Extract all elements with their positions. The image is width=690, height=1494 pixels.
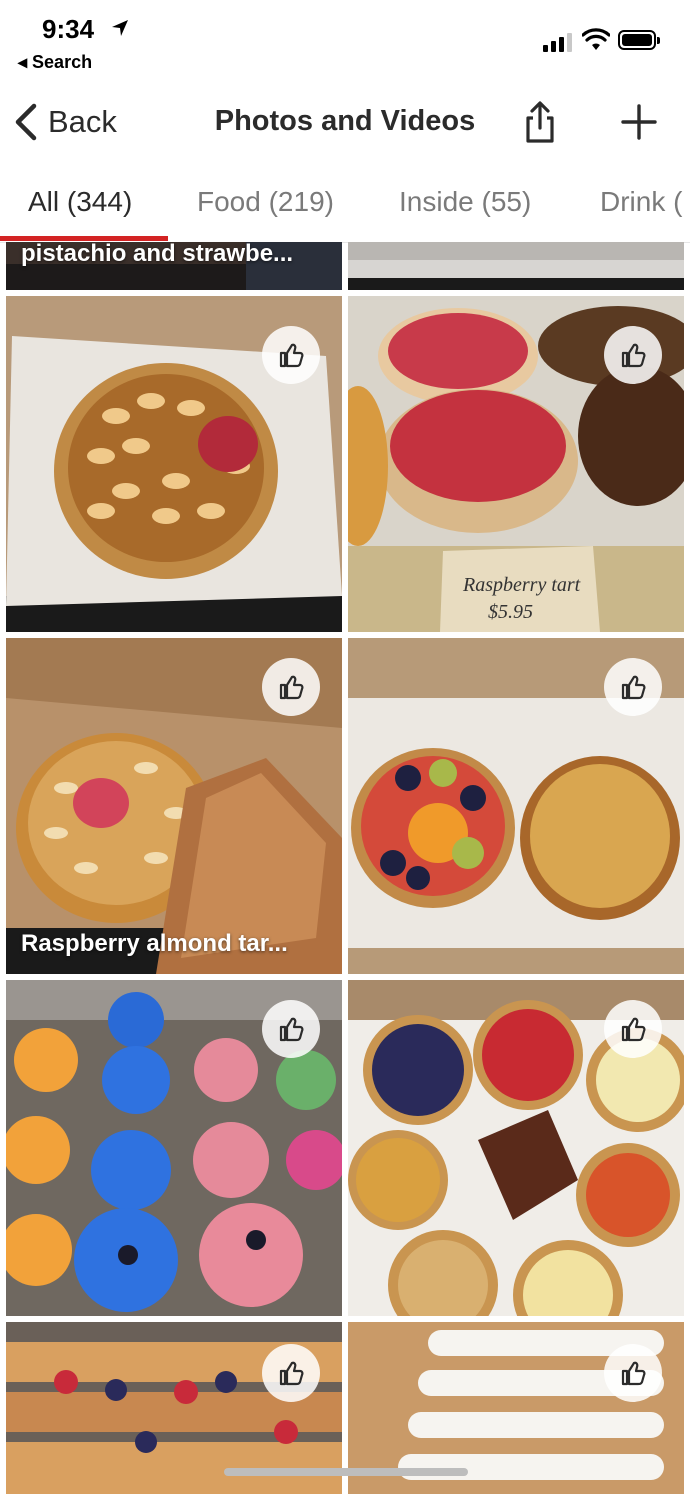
like-button[interactable] (262, 326, 320, 384)
like-button[interactable] (262, 1000, 320, 1058)
like-button[interactable] (604, 326, 662, 384)
like-button[interactable] (262, 658, 320, 716)
photo-tile[interactable] (348, 980, 684, 1316)
like-button[interactable] (262, 1344, 320, 1402)
thumbs-up-icon (279, 1361, 304, 1386)
photo-display-case (348, 242, 684, 290)
page-title: Photos and Videos (0, 105, 690, 138)
thumbs-up-icon (621, 675, 646, 700)
plus-icon[interactable] (619, 102, 659, 142)
thumbs-up-icon (279, 1017, 304, 1042)
tab-food[interactable]: Food (219) (197, 186, 334, 218)
category-tabs: All (344) Food (219) Inside (55) Drink ( (0, 170, 690, 243)
photo-grid: pistachio and strawbe... Raspberry tart … (0, 242, 690, 1494)
active-tab-indicator (0, 236, 168, 241)
like-button[interactable] (604, 1000, 662, 1058)
battery-icon (618, 30, 660, 50)
photo-tile[interactable] (348, 242, 684, 290)
signal-icon (543, 33, 572, 52)
like-button[interactable] (604, 658, 662, 716)
photo-tile[interactable]: Raspberry almond tar... (6, 638, 342, 974)
status-time: 9:34 (42, 14, 95, 44)
thumbs-up-icon (279, 675, 304, 700)
location-arrow-icon (112, 20, 128, 36)
thumbs-up-icon (621, 1017, 646, 1042)
photo-caption: Raspberry almond tar... (21, 930, 288, 957)
wifi-icon (582, 28, 610, 50)
like-button[interactable] (604, 1344, 662, 1402)
back-to-search-link[interactable]: ◂ Search (18, 52, 92, 73)
photo-tile[interactable]: Raspberry tart $5.95 (348, 296, 684, 632)
status-bar: 9:34 ◂ Search (0, 0, 690, 82)
photo-tile[interactable] (348, 638, 684, 974)
thumbs-up-icon (621, 343, 646, 368)
navigation-bar: Back Photos and Videos (0, 90, 690, 156)
handwritten-price: $5.95 (488, 601, 533, 623)
page-title-text: Photos and Videos (214, 105, 476, 137)
photo-caption: pistachio and strawbe... (21, 242, 294, 267)
thumbs-up-icon (621, 1361, 646, 1386)
photo-tile[interactable] (6, 296, 342, 632)
tab-drink[interactable]: Drink ( (600, 186, 682, 218)
photo-tile[interactable]: pistachio and strawbe... (6, 242, 342, 290)
tab-all[interactable]: All (344) (28, 186, 132, 218)
tab-inside[interactable]: Inside (55) (399, 186, 531, 218)
home-indicator[interactable] (224, 1468, 468, 1476)
photo-tile[interactable] (6, 980, 342, 1316)
share-icon[interactable] (520, 100, 560, 144)
handwritten-price-label: Raspberry tart (462, 574, 581, 596)
thumbs-up-icon (279, 343, 304, 368)
